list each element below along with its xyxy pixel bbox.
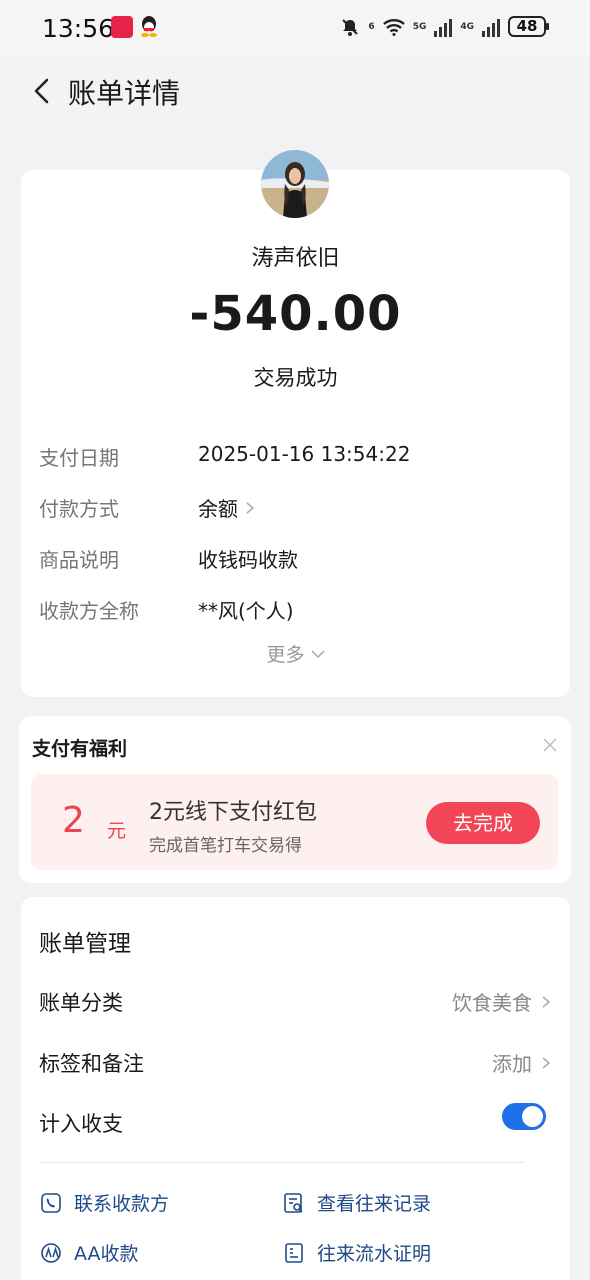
payee-name: 涛声依旧: [251, 246, 340, 271]
page-title: 账单详情: [68, 77, 181, 110]
close-icon[interactable]: [541, 736, 559, 754]
tag-note-selector[interactable]: 添加: [492, 1048, 552, 1077]
pay-date-text: 2025-01-16 13:54:22: [198, 442, 411, 466]
view-history-label: 查看往来记录: [317, 1193, 432, 1215]
back-arrow-icon[interactable]: [28, 76, 58, 106]
more-label: 更多: [266, 644, 305, 666]
chevron-down-icon: [310, 649, 325, 658]
tag-note-label: 标签和备注: [39, 1052, 144, 1076]
tag-note-value: 添加: [492, 1052, 532, 1076]
pay-date-label: 支付日期: [39, 446, 119, 470]
statement-proof-link[interactable]: 往来流水证明: [283, 1239, 431, 1266]
status-icons: 6 5G 4G 48: [340, 16, 549, 37]
aa-collect-link[interactable]: AA收款: [40, 1239, 139, 1266]
network-5g-label: 5G: [412, 21, 427, 32]
contact-phone-icon: [41, 1192, 61, 1213]
nav-bar: 账单详情: [10, 56, 580, 130]
pay-date-value: 2025-01-16 13:54:22: [198, 442, 410, 466]
include-toggle[interactable]: [502, 1103, 546, 1130]
signal-5g-icon: [434, 17, 453, 37]
category-selector[interactable]: 饮食美食: [452, 987, 552, 1016]
payee-fullname-text: **风(个人): [198, 599, 294, 623]
aa-icon: [41, 1242, 61, 1263]
promo-amount: 2: [62, 800, 85, 841]
chevron-right-icon: [246, 501, 255, 514]
wifi-icon: [382, 18, 405, 36]
promo-subtitle: 完成首笔打车交易得: [149, 836, 302, 856]
bill-management-card: 账单管理 账单分类 饮食美食 标签和备注 添加 计入收支 联系收款方 查看往来记…: [21, 897, 570, 1280]
status-time: 13:56: [42, 14, 115, 43]
more-toggle[interactable]: 更多: [21, 640, 570, 667]
contact-payee-label: 联系收款方: [74, 1193, 170, 1215]
divider: [40, 1162, 525, 1163]
product-desc-label: 商品说明: [39, 548, 119, 572]
status-bar: 13:56 6 5G 4G 48: [0, 0, 590, 56]
contact-payee-link[interactable]: 联系收款方: [40, 1189, 169, 1216]
battery-icon: 48: [508, 16, 549, 37]
product-desc-text: 收钱码收款: [198, 548, 298, 572]
records-search-icon: [284, 1192, 303, 1213]
pay-method-text: 余额: [198, 497, 238, 521]
promo-unit: 元: [107, 820, 127, 842]
product-desc-value: 收钱码收款: [198, 544, 298, 573]
bill-detail-card: 涛声依旧 -540.00 交易成功 支付日期 2025-01-16 13:54:…: [21, 150, 570, 697]
promo-complete-button[interactable]: 去完成: [426, 802, 540, 844]
wifi-tag: 6: [368, 21, 375, 32]
view-history-link[interactable]: 查看往来记录: [283, 1189, 431, 1216]
transaction-amount: -540.00: [189, 286, 402, 342]
category-value: 饮食美食: [452, 991, 532, 1015]
transaction-status: 交易成功: [253, 366, 338, 390]
aa-collect-label: AA收款: [74, 1243, 139, 1265]
promo-title: 支付有福利: [32, 738, 128, 760]
promo-card: 支付有福利 2 元 2元线下支付红包 完成首笔打车交易得 去完成: [19, 716, 571, 883]
include-label: 计入收支: [39, 1112, 123, 1136]
chevron-right-icon: [542, 1056, 551, 1069]
statement-doc-icon: [285, 1242, 303, 1263]
manage-title: 账单管理: [39, 931, 131, 957]
payee-fullname-value: **风(个人): [198, 595, 294, 624]
promo-headline: 2元线下支付红包: [149, 800, 317, 825]
category-label: 账单分类: [39, 991, 123, 1015]
statement-proof-label: 往来流水证明: [317, 1243, 432, 1265]
signal-4g-icon: [482, 17, 500, 37]
network-4g-label: 4G: [460, 21, 474, 32]
promo-banner[interactable]: 2 元 2元线下支付红包 完成首笔打车交易得 去完成: [31, 774, 558, 870]
pay-method-value[interactable]: 余额: [198, 493, 256, 522]
qq-app-icon: [141, 16, 157, 37]
payee-fullname-label: 收款方全称: [39, 599, 139, 623]
pay-method-label: 付款方式: [39, 497, 119, 521]
mute-bell-icon: [342, 18, 359, 36]
tmall-app-icon: [111, 16, 133, 38]
avatar[interactable]: [261, 150, 329, 218]
chevron-right-icon: [542, 995, 551, 1008]
